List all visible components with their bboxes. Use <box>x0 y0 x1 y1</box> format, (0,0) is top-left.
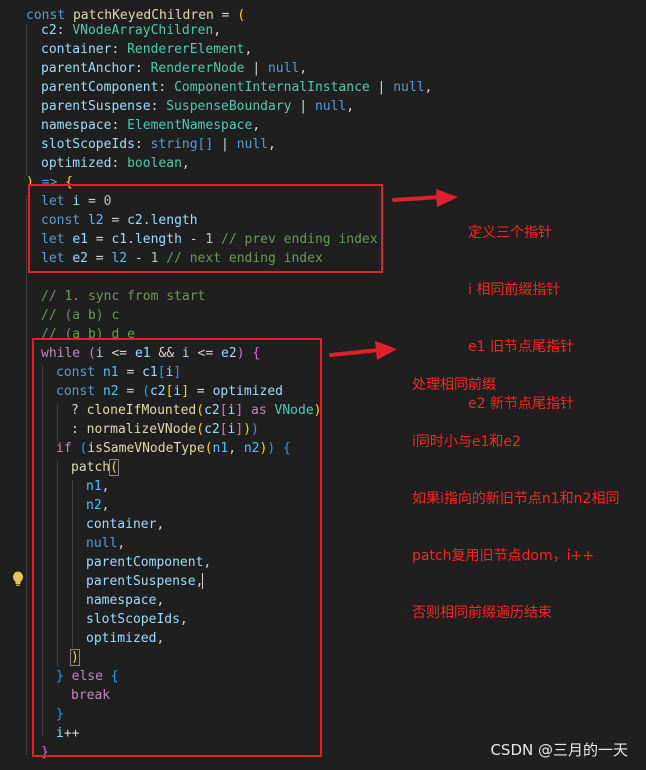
param-line: parentSuspense: SuspenseBoundary | null, <box>41 99 355 114</box>
highlight-box-prefix-loop <box>32 338 322 757</box>
arrow-icon <box>329 341 397 360</box>
annotation-note-prefix: 处理相同前缀 i同时小与e1和e2 如果i指向的新旧节点n1和n2相同 patc… <box>412 338 619 642</box>
note-line: 如果i指向的新旧节点n1和n2相同 <box>412 491 620 507</box>
paren-open: ( <box>237 8 246 23</box>
indent-guide <box>26 24 27 176</box>
note-line: 处理相同前缀 <box>412 377 496 393</box>
arrow-icon <box>392 189 458 207</box>
param-line: optimized: boolean, <box>41 156 190 171</box>
note-line: i 相同前缀指针 <box>468 282 561 298</box>
param-line: parentComponent: ComponentInternalInstan… <box>41 80 433 95</box>
lightbulb-icon[interactable] <box>11 571 25 587</box>
param-line: container: RendererElement, <box>41 42 253 57</box>
param-line: namespace: ElementNamespace, <box>41 118 261 133</box>
watermark: CSDN @三月的一天 <box>490 741 628 759</box>
param-line: slotScopeIds: string[] | null, <box>41 137 276 152</box>
note-line: 定义三个指针 <box>468 225 552 241</box>
note-line: patch复用旧节点dom，i++ <box>412 548 594 564</box>
note-line: i同时小与e1和e2 <box>412 434 521 450</box>
param-line: c2: VNodeArrayChildren, <box>41 23 222 38</box>
indent-guide <box>26 195 27 755</box>
code-comment: // 1. sync from start <box>41 289 206 304</box>
code-comment: // (a b) c <box>41 308 120 323</box>
highlight-box-pointers <box>28 184 383 273</box>
note-line: 否则相同前缀遍历结束 <box>412 605 552 621</box>
param-line: parentAnchor: RendererNode | null, <box>41 61 308 76</box>
